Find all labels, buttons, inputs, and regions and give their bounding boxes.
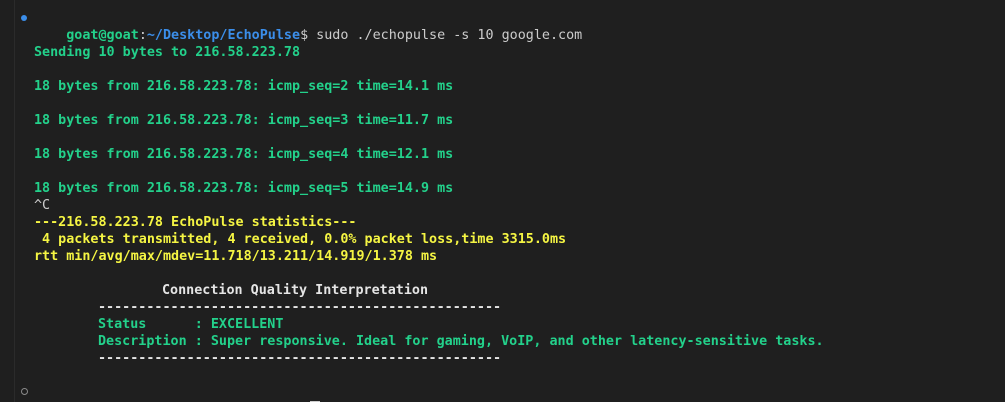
reply-line: 18 bytes from 216.58.223.78: icmp_seq=5 … (34, 181, 454, 196)
prompt-line-1: goat@goat:~/Desktop/EchoPulse$ sudo ./ec… (34, 10, 582, 43)
prompt-symbol: $ (300, 28, 309, 43)
command-success-decoration-icon[interactable] (21, 15, 27, 21)
quality-divider-bottom: ----------------------------------------… (98, 351, 502, 366)
prompt-separator: : (138, 28, 147, 43)
prompt-line-2: goat@goat:~/Desktop/EchoPulse$ (34, 384, 321, 402)
interrupt-line: ^C (34, 198, 51, 213)
stats-packets: 4 packets transmitted, 4 received, 0.0% … (34, 232, 567, 247)
prompt-user-host: goat@goat (66, 28, 139, 43)
reply-line: 18 bytes from 216.58.223.78: icmp_seq=3 … (34, 113, 454, 128)
quality-status: Status : EXCELLENT (98, 317, 284, 332)
reply-line: 18 bytes from 216.58.223.78: icmp_seq=4 … (34, 147, 454, 162)
quality-divider-top: ----------------------------------------… (98, 300, 502, 315)
quality-title: Connection Quality Interpretation (162, 283, 429, 298)
quality-description: Description : Super responsive. Ideal fo… (98, 334, 824, 349)
sending-line: Sending 10 bytes to 216.58.223.78 (34, 45, 301, 60)
stats-header: ---216.58.223.78 EchoPulse statistics--- (34, 215, 357, 230)
command-pending-decoration-icon[interactable] (21, 388, 28, 395)
terminal-panel[interactable]: goat@goat:~/Desktop/EchoPulse$ sudo ./ec… (0, 0, 1005, 402)
command-text: sudo ./echopulse -s 10 google.com (308, 28, 583, 43)
reply-line: 18 bytes from 216.58.223.78: icmp_seq=2 … (34, 79, 454, 94)
terminal-gutter (0, 0, 15, 402)
prompt-path: ~/Desktop/EchoPulse (146, 28, 301, 43)
stats-rtt: rtt min/avg/max/mdev=11.718/13.211/14.91… (34, 249, 438, 264)
